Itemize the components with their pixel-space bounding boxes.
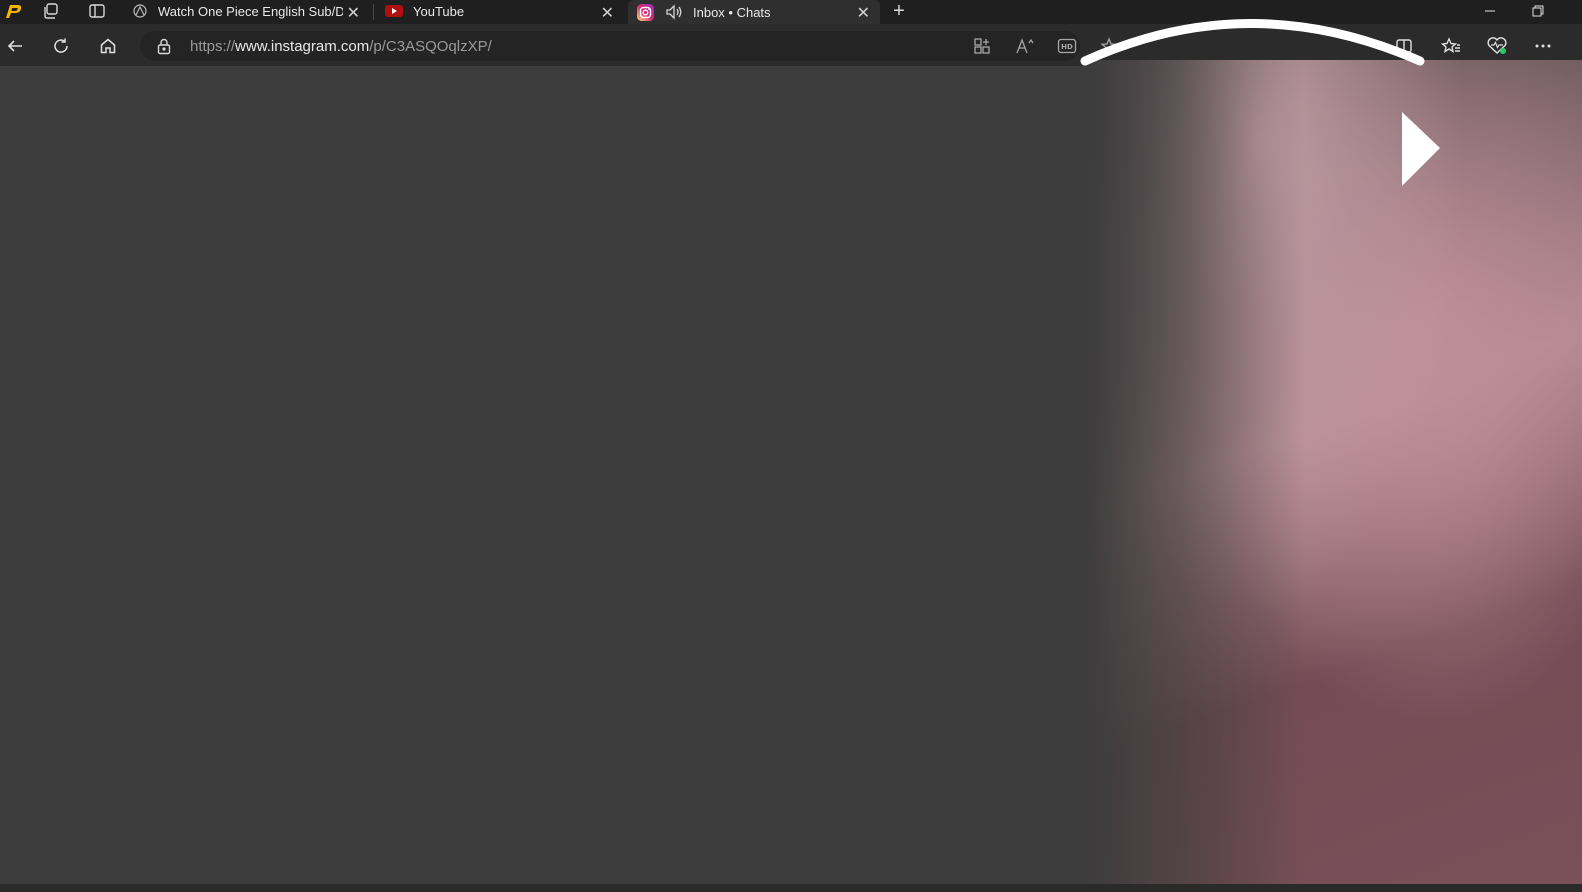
close-tab-icon[interactable]: ✕ xyxy=(601,3,614,23)
url-path: /p/C3ASQOqlzXP/ xyxy=(369,38,492,55)
favorites-icon[interactable] xyxy=(1440,35,1462,57)
blurred-media-thumbnail[interactable] xyxy=(1085,60,1582,884)
url-scheme: https:// xyxy=(190,38,236,55)
home-icon[interactable] xyxy=(97,35,119,57)
minimize-icon[interactable] xyxy=(1470,0,1510,22)
address-bar[interactable]: https://www.instagram.com/p/C3ASQOqlzXP/ xyxy=(140,31,1080,61)
arc-annotation xyxy=(1080,19,1425,66)
workspaces-icon[interactable] xyxy=(40,0,62,22)
blur-fade-overlay xyxy=(1085,60,1305,884)
tab-divider xyxy=(373,4,374,20)
tab-one-piece[interactable]: Watch One Piece English Sub/Du ✕ xyxy=(122,0,370,22)
more-icon[interactable] xyxy=(1532,35,1554,57)
tab-label: Watch One Piece English Sub/Du xyxy=(158,3,343,19)
profile-logo-icon[interactable] xyxy=(0,0,26,22)
back-icon[interactable] xyxy=(4,35,26,57)
read-aloud-icon[interactable] xyxy=(1014,35,1036,57)
tab-instagram[interactable]: Inbox • Chats ✕ xyxy=(628,0,880,24)
play-arrow-icon[interactable] xyxy=(1400,110,1442,190)
browser-essentials-icon[interactable] xyxy=(1486,35,1508,57)
bottom-strip xyxy=(0,884,1582,892)
url-host: www.instagram.com xyxy=(235,38,370,55)
anime-site-icon xyxy=(132,3,152,19)
new-tab-icon[interactable]: + xyxy=(888,0,910,22)
close-tab-icon[interactable]: ✕ xyxy=(347,3,360,23)
instagram-icon xyxy=(637,3,657,21)
refresh-icon[interactable] xyxy=(50,35,72,57)
hd-icon[interactable]: HD xyxy=(1056,35,1078,57)
lock-icon[interactable] xyxy=(156,38,172,60)
url-text[interactable]: https://www.instagram.com/p/C3ASQOqlzXP/ xyxy=(190,38,492,55)
apps-icon[interactable] xyxy=(971,35,993,57)
close-tab-icon[interactable]: ✕ xyxy=(857,3,870,23)
svg-text:HD: HD xyxy=(1061,43,1073,51)
youtube-icon xyxy=(385,4,405,18)
tab-label: YouTube xyxy=(413,3,465,19)
vertical-tabs-icon[interactable] xyxy=(86,0,108,22)
speaker-icon[interactable] xyxy=(665,4,685,20)
tab-label: Inbox • Chats xyxy=(693,4,771,20)
tab-youtube[interactable]: YouTube ✕ xyxy=(376,0,624,22)
restore-icon[interactable] xyxy=(1518,0,1558,22)
